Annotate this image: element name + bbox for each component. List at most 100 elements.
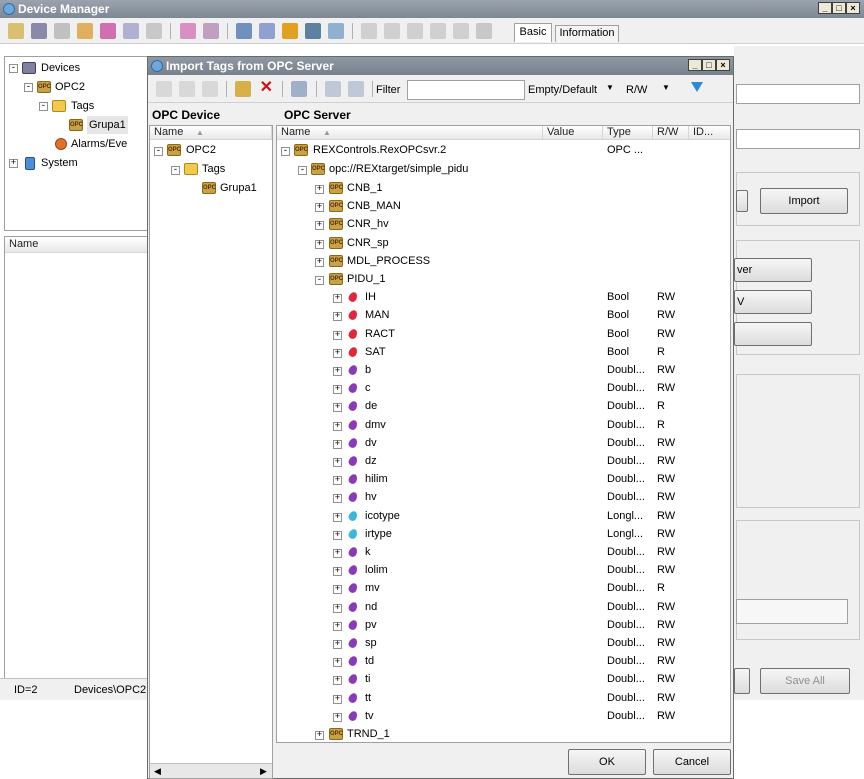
tag-name[interactable]: mv bbox=[365, 579, 380, 597]
left-tree-tags[interactable]: Tags bbox=[202, 160, 225, 178]
tree-expand-icon[interactable] bbox=[179, 81, 196, 97]
tree-system[interactable]: System bbox=[41, 154, 78, 172]
view-icon[interactable] bbox=[235, 23, 252, 39]
chevron-down-icon[interactable]: ▼ bbox=[606, 83, 614, 92]
field-2[interactable] bbox=[736, 129, 860, 149]
tag-name[interactable]: sp bbox=[365, 634, 377, 652]
tag-name[interactable]: c bbox=[365, 379, 371, 397]
tag-name[interactable]: nd bbox=[365, 598, 377, 616]
tab-information[interactable]: Information bbox=[555, 25, 619, 42]
delete-icon[interactable] bbox=[476, 23, 493, 39]
expander[interactable]: + bbox=[333, 439, 342, 449]
tag-name[interactable]: IH bbox=[365, 288, 376, 306]
minimize-button[interactable]: _ bbox=[818, 2, 832, 14]
col-rw-header[interactable]: R/W bbox=[653, 126, 689, 140]
group-label[interactable]: CNB_1 bbox=[347, 179, 382, 197]
alarm-icon[interactable] bbox=[146, 23, 163, 39]
add-group-icon[interactable] bbox=[77, 23, 94, 39]
left-tree-grupa1[interactable]: Grupa1 bbox=[220, 179, 257, 197]
dialog-minimize-button[interactable]: _ bbox=[688, 59, 702, 71]
expander[interactable]: + bbox=[333, 530, 342, 540]
expander[interactable]: - bbox=[281, 147, 290, 156]
expander[interactable]: + bbox=[333, 476, 342, 486]
open-icon[interactable] bbox=[8, 23, 24, 39]
tag-name[interactable]: hv bbox=[365, 488, 377, 506]
dialog-close-button[interactable]: × bbox=[716, 59, 730, 71]
filter-input[interactable] bbox=[407, 80, 525, 100]
expander[interactable]: + bbox=[315, 185, 324, 194]
delete-icon[interactable]: ✕ bbox=[258, 80, 274, 97]
expander[interactable]: + bbox=[333, 403, 342, 413]
expander[interactable]: + bbox=[333, 712, 342, 722]
tag-name[interactable]: dmv bbox=[365, 416, 386, 434]
expander[interactable]: + bbox=[315, 203, 324, 213]
tree-alarms[interactable]: Alarms/Eve bbox=[71, 135, 127, 153]
action-button-c[interactable] bbox=[734, 322, 812, 346]
select-icon[interactable] bbox=[327, 23, 344, 39]
chevron-down-icon[interactable]: ▼ bbox=[662, 83, 670, 92]
arrow-icon[interactable] bbox=[281, 23, 298, 39]
expander[interactable]: + bbox=[333, 385, 342, 395]
tag-name[interactable]: de bbox=[365, 397, 377, 415]
expander[interactable]: + bbox=[333, 494, 342, 504]
group-label[interactable]: PIDU_1 bbox=[347, 270, 386, 288]
tag-name[interactable]: k bbox=[365, 543, 371, 561]
expander[interactable]: + bbox=[333, 348, 342, 358]
left-name-column[interactable]: Name ▲ bbox=[150, 126, 272, 140]
expander[interactable]: + bbox=[333, 603, 342, 613]
sort-icon[interactable] bbox=[258, 23, 275, 39]
access-mode-select[interactable]: R/W bbox=[626, 84, 647, 96]
copy-icon[interactable] bbox=[384, 23, 401, 39]
expander[interactable]: + bbox=[333, 585, 342, 595]
expander[interactable]: + bbox=[333, 421, 342, 431]
scroll-left-icon[interactable]: ◀ bbox=[154, 766, 161, 777]
expander[interactable]: + bbox=[333, 621, 342, 631]
expander[interactable]: + bbox=[9, 159, 18, 168]
expander[interactable]: + bbox=[333, 367, 342, 376]
group-label[interactable]: CNR_sp bbox=[347, 234, 389, 252]
list-name-header[interactable]: Name bbox=[5, 237, 151, 253]
expander[interactable]: + bbox=[333, 458, 342, 467]
wand2-icon[interactable] bbox=[202, 23, 219, 39]
tag-name[interactable]: pv bbox=[365, 616, 377, 634]
group-label[interactable]: CNR_hv bbox=[347, 215, 389, 233]
col-value-header[interactable]: Value bbox=[543, 126, 603, 140]
tag-name[interactable]: b bbox=[365, 361, 371, 379]
scroll-right-icon[interactable]: ▶ bbox=[260, 766, 267, 777]
expander[interactable]: - bbox=[39, 102, 48, 111]
tag-name[interactable]: MAN bbox=[365, 306, 389, 324]
expander[interactable]: - bbox=[298, 166, 307, 175]
maximize-button[interactable]: □ bbox=[832, 2, 846, 14]
funnel-icon[interactable] bbox=[691, 82, 703, 92]
group-label[interactable]: CNB_MAN bbox=[347, 197, 401, 215]
expander[interactable]: - bbox=[315, 276, 324, 285]
small-button[interactable] bbox=[736, 190, 748, 212]
import-button[interactable]: Import bbox=[760, 188, 848, 214]
expander[interactable]: + bbox=[333, 312, 342, 322]
add-group-icon[interactable] bbox=[235, 81, 252, 97]
expander[interactable]: + bbox=[333, 512, 342, 522]
group-label[interactable]: MDL_PROCESS bbox=[347, 252, 430, 270]
expander[interactable]: + bbox=[315, 731, 324, 740]
dialog-maximize-button[interactable]: □ bbox=[702, 59, 716, 71]
wand-icon[interactable] bbox=[179, 23, 196, 39]
tree-opc2[interactable]: OPC2 bbox=[55, 78, 85, 96]
tag-name[interactable]: ti bbox=[365, 670, 371, 688]
tag-name[interactable]: td bbox=[365, 652, 374, 670]
cancel-button[interactable]: Cancel bbox=[653, 749, 731, 775]
expander[interactable]: + bbox=[333, 294, 342, 304]
paste-icon[interactable] bbox=[430, 23, 447, 39]
tag-name[interactable]: dz bbox=[365, 452, 377, 470]
expander[interactable]: + bbox=[333, 640, 342, 649]
expander[interactable]: - bbox=[9, 64, 18, 73]
save-all-button[interactable]: Save All bbox=[760, 668, 850, 694]
tag-name[interactable]: tv bbox=[365, 707, 374, 725]
action-button-a[interactable]: ver bbox=[734, 258, 812, 282]
expander[interactable]: - bbox=[171, 166, 180, 175]
group-label[interactable]: TRND_1 bbox=[347, 725, 390, 742]
paste2-icon[interactable] bbox=[453, 23, 470, 39]
expander[interactable]: + bbox=[333, 658, 342, 668]
expander[interactable]: + bbox=[333, 676, 342, 686]
tag-name[interactable]: irtype bbox=[365, 525, 392, 543]
tag-settings-icon[interactable] bbox=[123, 23, 140, 39]
